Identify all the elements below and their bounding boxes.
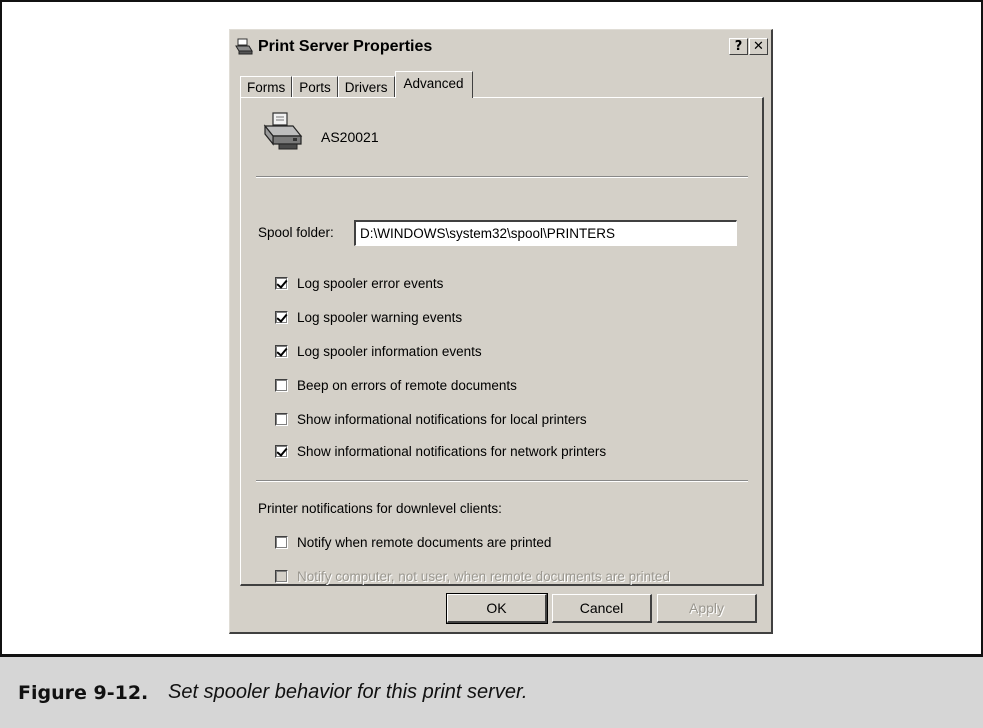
notify-local-printers-label: Show informational notifications for loc… xyxy=(297,412,587,427)
notify-computer-not-user-checkbox xyxy=(275,570,288,583)
log-information-events-option[interactable]: Log spooler information events xyxy=(275,344,482,359)
tab-advanced[interactable]: Advanced xyxy=(394,71,473,98)
figure-caption: Figure 9-12. Set spooler behavior for th… xyxy=(0,654,983,728)
figure-caption-text: Set spooler behavior for this print serv… xyxy=(168,681,528,703)
log-warning-events-option[interactable]: Log spooler warning events xyxy=(275,310,462,325)
tab-forms[interactable]: Forms xyxy=(240,76,293,98)
log-information-events-checkbox[interactable] xyxy=(275,345,288,358)
apply-button: Apply xyxy=(657,594,757,623)
log-warning-events-checkbox[interactable] xyxy=(275,311,288,324)
notify-remote-printed-checkbox[interactable] xyxy=(275,536,288,549)
close-button[interactable]: ✕ xyxy=(749,38,768,55)
downlevel-clients-label: Printer notifications for downlevel clie… xyxy=(258,501,502,516)
log-warning-events-label: Log spooler warning events xyxy=(297,310,463,325)
tab-ports[interactable]: Ports xyxy=(292,76,338,98)
beep-on-errors-checkbox[interactable] xyxy=(275,379,288,392)
spool-folder-input[interactable] xyxy=(354,220,737,246)
notify-remote-printed-option[interactable]: Notify when remote documents are printed xyxy=(275,535,551,550)
separator xyxy=(256,480,748,482)
printer-icon xyxy=(235,38,253,54)
separator xyxy=(256,176,748,178)
notify-local-printers-option[interactable]: Show informational notifications for loc… xyxy=(275,412,587,427)
dialog-title: Print Server Properties xyxy=(258,37,433,55)
tab-drivers[interactable]: Drivers xyxy=(337,76,395,98)
log-error-events-option[interactable]: Log spooler error events xyxy=(275,276,443,291)
title-bar[interactable]: Print Server Properties ? ✕ xyxy=(232,33,768,60)
cancel-button[interactable]: Cancel xyxy=(552,594,652,623)
figure-number: Figure 9-12. xyxy=(18,681,149,704)
notify-computer-not-user-option: Notify computer, not user, when remote d… xyxy=(275,569,670,584)
help-button[interactable]: ? xyxy=(729,38,748,55)
tab-strip: Forms Ports Drivers Advanced xyxy=(240,70,473,98)
log-error-events-label: Log spooler error events xyxy=(297,276,444,291)
beep-on-errors-label: Beep on errors of remote documents xyxy=(297,378,517,393)
notify-network-printers-checkbox[interactable] xyxy=(275,445,288,458)
printer-icon xyxy=(263,112,303,150)
log-information-events-label: Log spooler information events xyxy=(297,344,482,359)
notify-local-printers-checkbox[interactable] xyxy=(275,413,288,426)
notify-computer-not-user-label: Notify computer, not user, when remote d… xyxy=(297,569,670,584)
log-error-events-checkbox[interactable] xyxy=(275,277,288,290)
advanced-tab-panel: AS20021 Spool folder: Log spooler error … xyxy=(240,97,764,586)
server-name: AS20021 xyxy=(321,129,379,145)
notify-network-printers-label: Show informational notifications for net… xyxy=(297,444,607,459)
print-server-properties-dialog: Print Server Properties ? ✕ Forms Ports … xyxy=(229,29,773,634)
notify-network-printers-option[interactable]: Show informational notifications for net… xyxy=(275,444,606,459)
beep-on-errors-option[interactable]: Beep on errors of remote documents xyxy=(275,378,517,393)
spool-folder-label: Spool folder: xyxy=(258,225,334,240)
ok-button[interactable]: OK xyxy=(446,593,548,624)
notify-remote-printed-label: Notify when remote documents are printed xyxy=(297,535,552,550)
